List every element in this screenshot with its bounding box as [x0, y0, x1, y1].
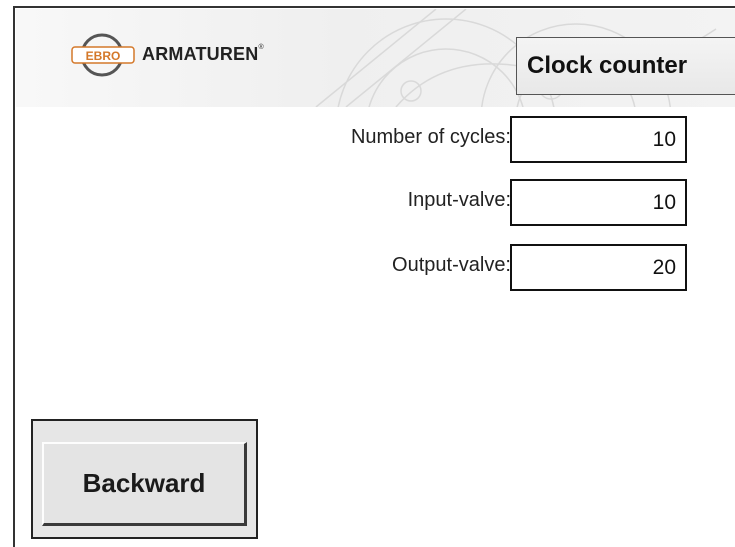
company-logo: EBRO ARMATUREN®	[66, 31, 306, 79]
number-of-cycles-value: 10	[510, 116, 687, 163]
logo-emblem-text: EBRO	[86, 49, 121, 63]
input-valve-value: 10	[510, 179, 687, 226]
page-title: Clock counter	[516, 37, 735, 95]
header-banner: EBRO ARMATUREN® Clock counter	[16, 9, 735, 107]
backward-button[interactable]: Backward	[42, 442, 247, 526]
backward-button-frame: Backward	[31, 419, 258, 539]
input-valve-label: Input-valve:	[407, 189, 511, 211]
output-valve-value: 20	[510, 244, 687, 291]
number-of-cycles-label: Number of cycles:	[350, 126, 511, 148]
logo-wordmark: ARMATUREN®	[142, 44, 264, 64]
output-valve-label: Output-valve:	[392, 254, 511, 276]
ebro-emblem-icon: EBRO	[71, 33, 135, 77]
